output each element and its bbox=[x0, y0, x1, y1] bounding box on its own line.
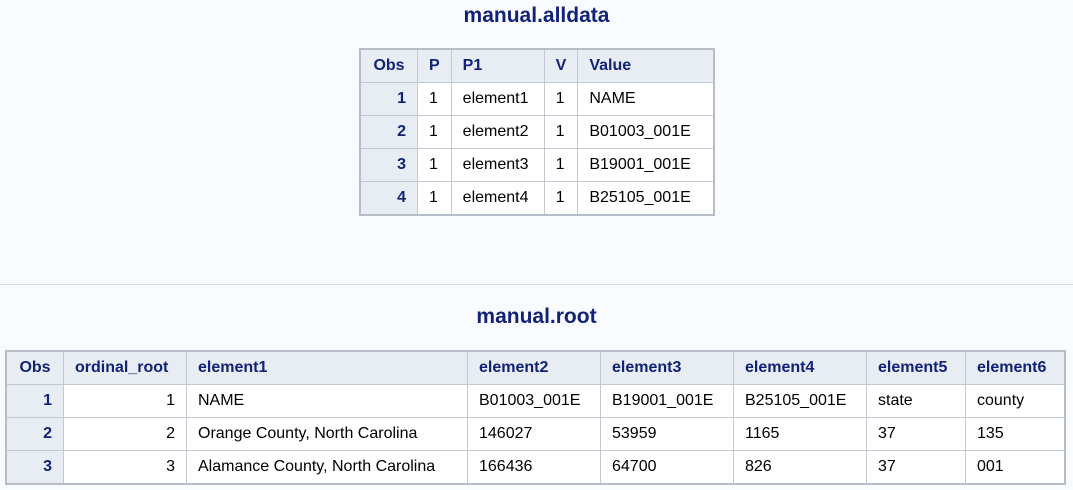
table-header-row: Obs P P1 V Value bbox=[359, 48, 715, 83]
element5-cell: 37 bbox=[866, 450, 966, 485]
v-cell: 1 bbox=[543, 181, 579, 216]
element6-cell: county bbox=[965, 384, 1066, 418]
ordinal-root-cell: 1 bbox=[63, 384, 187, 418]
column-header-element1: element1 bbox=[186, 350, 468, 385]
element5-cell: 37 bbox=[866, 417, 966, 451]
column-header-obs: Obs bbox=[5, 350, 64, 385]
element6-cell: 135 bbox=[965, 417, 1066, 451]
column-header-element3: element3 bbox=[600, 350, 734, 385]
column-header-element6: element6 bbox=[965, 350, 1066, 385]
obs-cell: 2 bbox=[5, 417, 64, 451]
element1-cell: NAME bbox=[186, 384, 468, 418]
obs-cell: 1 bbox=[5, 384, 64, 418]
element4-cell: 826 bbox=[733, 450, 867, 485]
element2-cell: B01003_001E bbox=[467, 384, 601, 418]
obs-cell: 2 bbox=[359, 115, 418, 149]
element4-cell: 1165 bbox=[733, 417, 867, 451]
column-header-p1: P1 bbox=[450, 48, 545, 83]
obs-cell: 3 bbox=[359, 148, 418, 182]
v-cell: 1 bbox=[543, 82, 579, 116]
column-header-value: Value bbox=[577, 48, 715, 83]
table-row: 2 1 element2 1 B01003_001E bbox=[359, 115, 715, 149]
p1-cell: element3 bbox=[450, 148, 545, 182]
table-header-row: Obs ordinal_root element1 element2 eleme… bbox=[5, 350, 1066, 385]
table-row: 2 2 Orange County, North Carolina 146027… bbox=[5, 417, 1066, 451]
element4-cell: B25105_001E bbox=[733, 384, 867, 418]
column-header-obs: Obs bbox=[359, 48, 418, 83]
obs-cell: 1 bbox=[359, 82, 418, 116]
alldata-table: Obs P P1 V Value 1 1 element1 1 NAME 2 1… bbox=[359, 48, 716, 216]
p-cell: 1 bbox=[417, 115, 452, 149]
element3-cell: 53959 bbox=[600, 417, 734, 451]
p-cell: 1 bbox=[417, 148, 452, 182]
element1-cell: Orange County, North Carolina bbox=[186, 417, 468, 451]
table-row: 3 3 Alamance County, North Carolina 1664… bbox=[5, 450, 1066, 485]
v-cell: 1 bbox=[543, 148, 579, 182]
p-cell: 1 bbox=[417, 82, 452, 116]
column-header-element4: element4 bbox=[733, 350, 867, 385]
element3-cell: 64700 bbox=[600, 450, 734, 485]
section-divider bbox=[0, 284, 1073, 285]
element2-cell: 166436 bbox=[467, 450, 601, 485]
table-row: 4 1 element4 1 B25105_001E bbox=[359, 181, 715, 216]
value-cell: B25105_001E bbox=[577, 181, 715, 216]
element3-cell: B19001_001E bbox=[600, 384, 734, 418]
element1-cell: Alamance County, North Carolina bbox=[186, 450, 468, 485]
p-cell: 1 bbox=[417, 181, 452, 216]
p1-cell: element1 bbox=[450, 82, 545, 116]
value-cell: B01003_001E bbox=[577, 115, 715, 149]
element2-cell: 146027 bbox=[467, 417, 601, 451]
element6-cell: 001 bbox=[965, 450, 1066, 485]
column-header-element2: element2 bbox=[467, 350, 601, 385]
column-header-p: P bbox=[417, 48, 452, 83]
table-row: 1 1 NAME B01003_001E B19001_001E B25105_… bbox=[5, 384, 1066, 418]
ordinal-root-cell: 2 bbox=[63, 417, 187, 451]
table-row: 1 1 element1 1 NAME bbox=[359, 82, 715, 116]
root-table: Obs ordinal_root element1 element2 eleme… bbox=[5, 350, 1066, 485]
p1-cell: element4 bbox=[450, 181, 545, 216]
v-cell: 1 bbox=[543, 115, 579, 149]
value-cell: NAME bbox=[577, 82, 715, 116]
value-cell: B19001_001E bbox=[577, 148, 715, 182]
p1-cell: element2 bbox=[450, 115, 545, 149]
obs-cell: 3 bbox=[5, 450, 64, 485]
table-title-alldata: manual.alldata bbox=[463, 4, 610, 27]
column-header-ordinal-root: ordinal_root bbox=[63, 350, 187, 385]
obs-cell: 4 bbox=[359, 181, 418, 216]
table-title-root: manual.root bbox=[476, 305, 597, 328]
column-header-v: V bbox=[543, 48, 579, 83]
element5-cell: state bbox=[866, 384, 966, 418]
ordinal-root-cell: 3 bbox=[63, 450, 187, 485]
column-header-element5: element5 bbox=[866, 350, 966, 385]
table-row: 3 1 element3 1 B19001_001E bbox=[359, 148, 715, 182]
